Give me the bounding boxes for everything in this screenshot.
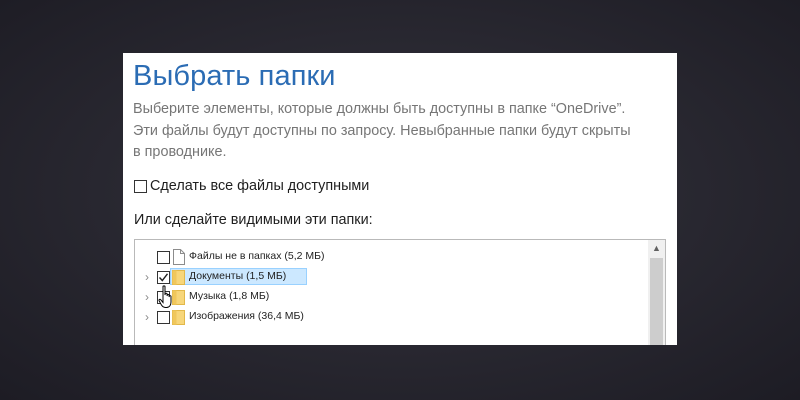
- chevron-right-icon[interactable]: ›: [142, 268, 152, 286]
- vertical-scrollbar[interactable]: ▲: [648, 240, 665, 345]
- choose-folders-dialog: Выбрать папки Выберите элементы, которые…: [123, 53, 677, 345]
- description-line: Эти файлы будут доступны по запросу. Нев…: [133, 122, 631, 139]
- dialog-description: Выберите элементы, которые должны быть д…: [133, 99, 663, 164]
- chevron-right-icon[interactable]: ›: [142, 288, 152, 306]
- tree-item-label: Файлы не в папках (5,2 МБ): [189, 250, 325, 262]
- tree-item-label: Музыка (1,8 МБ): [189, 290, 270, 302]
- file-icon: [173, 249, 185, 265]
- description-line: в проводнике.: [133, 144, 227, 160]
- scrollbar-thumb[interactable]: [650, 258, 663, 345]
- tree-item-images[interactable]: › Изображения (36,4 МБ): [135, 308, 435, 326]
- tree-item-label: Документы (1,5 МБ): [189, 270, 287, 282]
- make-all-available-checkbox[interactable]: [134, 179, 147, 193]
- dialog-title: Выбрать папки: [133, 60, 336, 92]
- make-all-available-option[interactable]: Сделать все файлы доступными: [134, 178, 369, 194]
- tree-item-label: Изображения (36,4 МБ): [189, 310, 304, 322]
- folder-icon: [172, 310, 185, 325]
- hand-pointer-cursor-icon: [158, 285, 172, 308]
- scroll-up-arrow-icon[interactable]: ▲: [648, 240, 665, 257]
- tree-item-files-not-in-folders[interactable]: Файлы не в папках (5,2 МБ): [135, 248, 435, 266]
- chevron-right-icon[interactable]: ›: [142, 308, 152, 326]
- make-all-available-label[interactable]: Сделать все файлы доступными: [150, 178, 369, 194]
- tree-item-music[interactable]: › Музыка (1,8 МБ): [135, 288, 435, 306]
- tree-item-checkbox[interactable]: [157, 251, 170, 264]
- checkmark-icon: [158, 273, 169, 282]
- folders-section-label: Или сделайте видимыми эти папки:: [134, 212, 373, 228]
- folder-tree: Файлы не в папках (5,2 МБ) › Документы (…: [134, 239, 666, 345]
- folder-icon: [172, 270, 185, 285]
- tree-item-checkbox[interactable]: [157, 271, 170, 284]
- description-line: Выберите элементы, которые должны быть д…: [133, 101, 626, 117]
- tree-item-checkbox[interactable]: [157, 311, 170, 324]
- tree-item-documents[interactable]: › Документы (1,5 МБ): [135, 268, 435, 286]
